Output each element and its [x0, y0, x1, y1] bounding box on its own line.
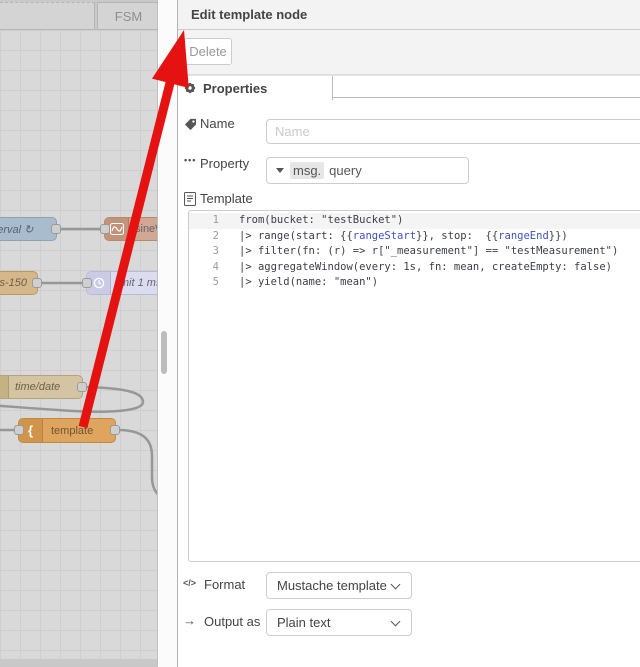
format-field-label: Format: [204, 577, 246, 592]
node-ms150[interactable]: s-150: [0, 271, 42, 295]
node-limit-input-port[interactable]: [82, 278, 92, 288]
output-field-label: Output as: [204, 614, 261, 629]
tab-properties-label: Properties: [203, 80, 268, 96]
node-interval-output-port[interactable]: [51, 224, 61, 234]
node-timedate-label: time/date: [15, 381, 61, 393]
property-typed-input[interactable]: msg. query: [266, 157, 469, 184]
template-code-editor[interactable]: 1 from(bucket: "testBucket") 2 |> range(sta…: [188, 210, 640, 562]
type-select-caret-icon[interactable]: [276, 168, 284, 173]
node-template-output-port[interactable]: [110, 425, 120, 435]
function-icon: f: [0, 376, 9, 398]
node-limit-label: limit 1 ms: [115, 277, 158, 289]
format-select[interactable]: Mustache template: [266, 572, 412, 599]
node-interval-label: interval ↻: [0, 223, 34, 236]
tab-properties[interactable]: Properties: [178, 76, 333, 100]
node-timedate-output-port[interactable]: [77, 382, 87, 392]
code-brackets-icon: </>: [183, 578, 197, 588]
delete-button[interactable]: Delete: [184, 38, 232, 65]
node-timedate[interactable]: f time/date: [0, 375, 87, 399]
code-line: 1 from(bucket: "testBucket"): [189, 213, 640, 229]
canvas-scrollbar-thumb[interactable]: [161, 331, 167, 374]
node-interval[interactable]: interval ↻: [0, 217, 61, 241]
node-sinewave[interactable]: sineWave: [100, 217, 157, 241]
node-template-input-port[interactable]: [14, 425, 24, 435]
gear-icon: [184, 82, 196, 94]
template-file-icon: [184, 192, 196, 206]
property-field-label: Property: [200, 156, 250, 171]
edit-node-panel: Edit template node Delete Properties Nam…: [177, 0, 640, 667]
node-sinewave-input-port[interactable]: [100, 224, 110, 234]
property-value[interactable]: query: [329, 163, 362, 178]
name-input[interactable]: [266, 119, 640, 144]
property-type-prefix[interactable]: msg.: [290, 162, 325, 179]
node-sinewave-label: sineWave: [135, 223, 157, 235]
edit-panel-toolbar: Delete: [178, 30, 640, 75]
output-select[interactable]: Plain text: [266, 609, 412, 636]
node-template-label: template: [51, 424, 94, 437]
template-field-label: Template: [200, 191, 253, 206]
node-limit[interactable]: limit 1 ms: [82, 271, 158, 295]
code-line: 5 |> yield(name: "mean"): [212, 276, 379, 289]
code-line: 2 |> range(start: {{rangeStart}}, stop: {…: [212, 229, 568, 242]
flow-canvas[interactable]: interval ↻ sineWave s-150 limit 1 ms f t…: [0, 0, 158, 667]
flow-wires: [0, 227, 157, 496]
edit-panel-tabrow: Properties: [178, 75, 640, 100]
canvas-scrollbar-track: [159, 0, 177, 667]
output-select-value: Plain text: [277, 615, 331, 630]
node-template[interactable]: { template: [14, 418, 120, 443]
node-ms150-label: s-150: [0, 277, 27, 289]
edit-panel-header: Edit template node: [178, 0, 640, 30]
format-select-value: Mustache template: [277, 578, 387, 593]
edit-panel-title: Edit template node: [191, 7, 308, 22]
code-line: 3 |> filter(fn: (r) => r["_measurement"] …: [212, 245, 619, 258]
ellipsis-icon: •••: [184, 155, 197, 165]
code-line: 4 |> aggregateWindow(every: 1s, fn: mean,…: [212, 260, 612, 273]
chevron-down-icon: [390, 616, 401, 627]
node-ms150-output-port[interactable]: [32, 278, 42, 288]
output-arrow-icon: →: [183, 613, 196, 628]
chevron-down-icon: [390, 579, 401, 590]
tag-icon: [184, 118, 197, 131]
name-field-label: Name: [200, 116, 235, 131]
